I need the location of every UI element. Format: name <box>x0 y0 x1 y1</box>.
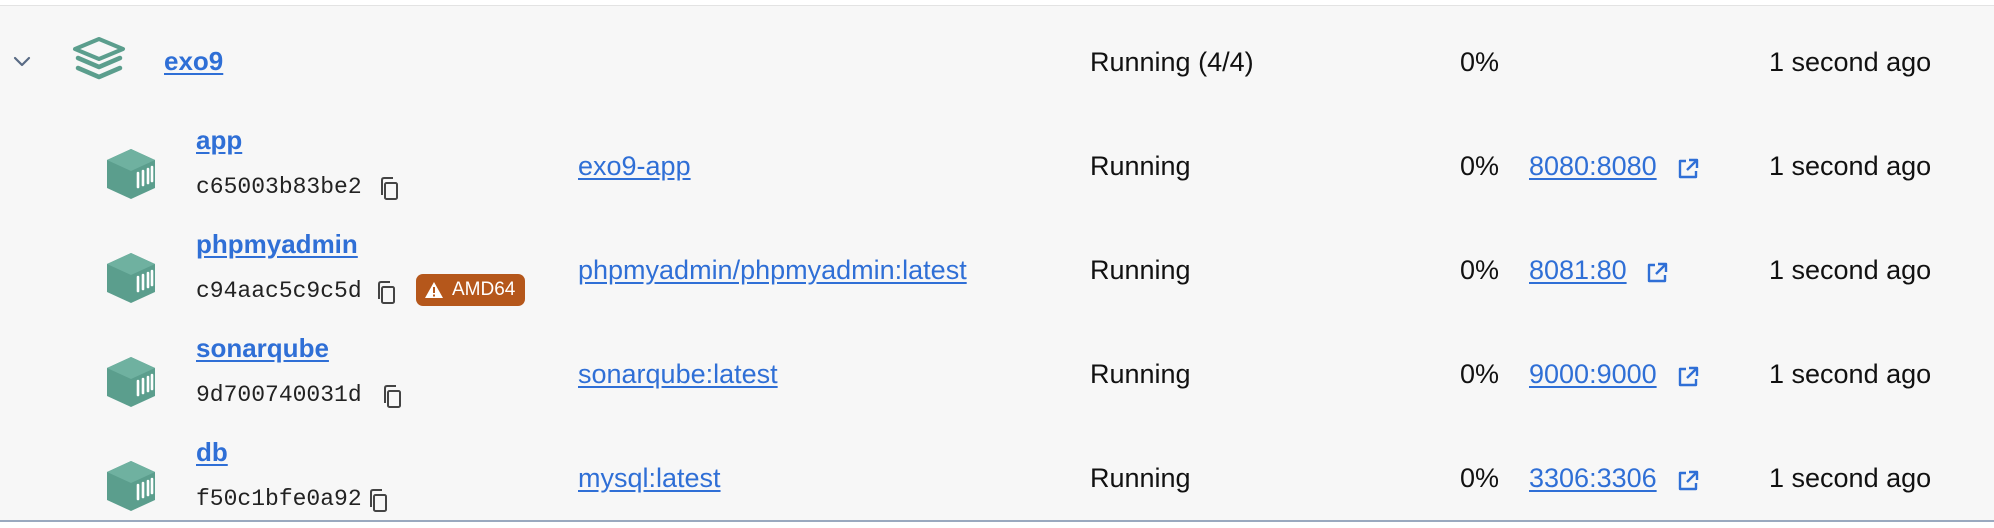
port-link[interactable]: 8081:80 <box>1529 255 1627 286</box>
container-icon <box>107 357 155 407</box>
container-status: Running <box>1090 151 1191 181</box>
container-icon <box>107 253 155 303</box>
container-cpu: 0% <box>1460 151 1500 181</box>
container-row[interactable]: db f50c1bfe0a92 mysql:latest Running 0% … <box>0 422 1994 526</box>
external-link-icon[interactable] <box>1645 261 1669 285</box>
group-cpu: 0% <box>1460 47 1500 77</box>
image-link[interactable]: exo9-app <box>578 151 691 182</box>
image-link[interactable]: phpmyadmin/phpmyadmin:latest <box>578 255 967 286</box>
compose-group-row[interactable]: exo9 Running (4/4) 0% 1 second ago <box>0 6 1994 110</box>
container-name-link[interactable]: app <box>196 125 242 156</box>
container-last-started: 1 second ago <box>1769 463 1932 493</box>
external-link-icon[interactable] <box>1676 157 1700 181</box>
container-id: c94aac5c9c5d <box>196 278 362 304</box>
container-name-link[interactable]: phpmyadmin <box>196 229 358 260</box>
container-icon <box>107 461 155 511</box>
external-link-icon[interactable] <box>1676 469 1700 493</box>
image-link[interactable]: mysql:latest <box>578 463 721 494</box>
external-link-icon[interactable] <box>1676 365 1700 389</box>
container-status: Running <box>1090 463 1191 493</box>
container-status: Running <box>1090 255 1191 285</box>
container-id: 9d700740031d <box>196 382 362 408</box>
container-row[interactable]: sonarqube 9d700740031d sonarqube:latest … <box>0 318 1994 422</box>
warning-icon <box>425 282 443 298</box>
port-link[interactable]: 8080:8080 <box>1529 151 1657 182</box>
port-link[interactable]: 9000:9000 <box>1529 359 1657 390</box>
copy-icon[interactable] <box>381 384 403 410</box>
container-status: Running <box>1090 359 1191 389</box>
container-last-started: 1 second ago <box>1769 255 1932 285</box>
container-id: f50c1bfe0a92 <box>196 486 362 512</box>
container-cpu: 0% <box>1460 463 1500 493</box>
container-list-panel: exo9 Running (4/4) 0% 1 second ago app c… <box>0 5 1994 522</box>
stack-layers-icon <box>73 37 125 80</box>
group-status: Running (4/4) <box>1090 47 1254 77</box>
container-row[interactable]: app c65003b83be2 exo9-app Running 0% 808… <box>0 110 1994 214</box>
container-name-link[interactable]: db <box>196 437 228 468</box>
chevron-down-icon[interactable] <box>11 51 33 73</box>
container-name-link[interactable]: sonarqube <box>196 333 329 364</box>
architecture-warning-badge: AMD64 <box>416 274 526 306</box>
container-id: c65003b83be2 <box>196 174 362 200</box>
image-link[interactable]: sonarqube:latest <box>578 359 778 390</box>
badge-label: AMD64 <box>452 279 516 300</box>
group-name-link[interactable]: exo9 <box>164 46 223 77</box>
copy-icon[interactable] <box>367 488 389 514</box>
container-last-started: 1 second ago <box>1769 359 1932 389</box>
container-last-started: 1 second ago <box>1769 151 1932 181</box>
copy-icon[interactable] <box>375 280 397 306</box>
group-last-started: 1 second ago <box>1769 47 1932 77</box>
container-cpu: 0% <box>1460 359 1500 389</box>
container-row[interactable]: phpmyadmin c94aac5c9c5d AMD64 phpmyadmin… <box>0 214 1994 318</box>
copy-icon[interactable] <box>378 176 400 202</box>
container-cpu: 0% <box>1460 255 1500 285</box>
port-link[interactable]: 3306:3306 <box>1529 463 1657 494</box>
container-icon <box>107 149 155 199</box>
